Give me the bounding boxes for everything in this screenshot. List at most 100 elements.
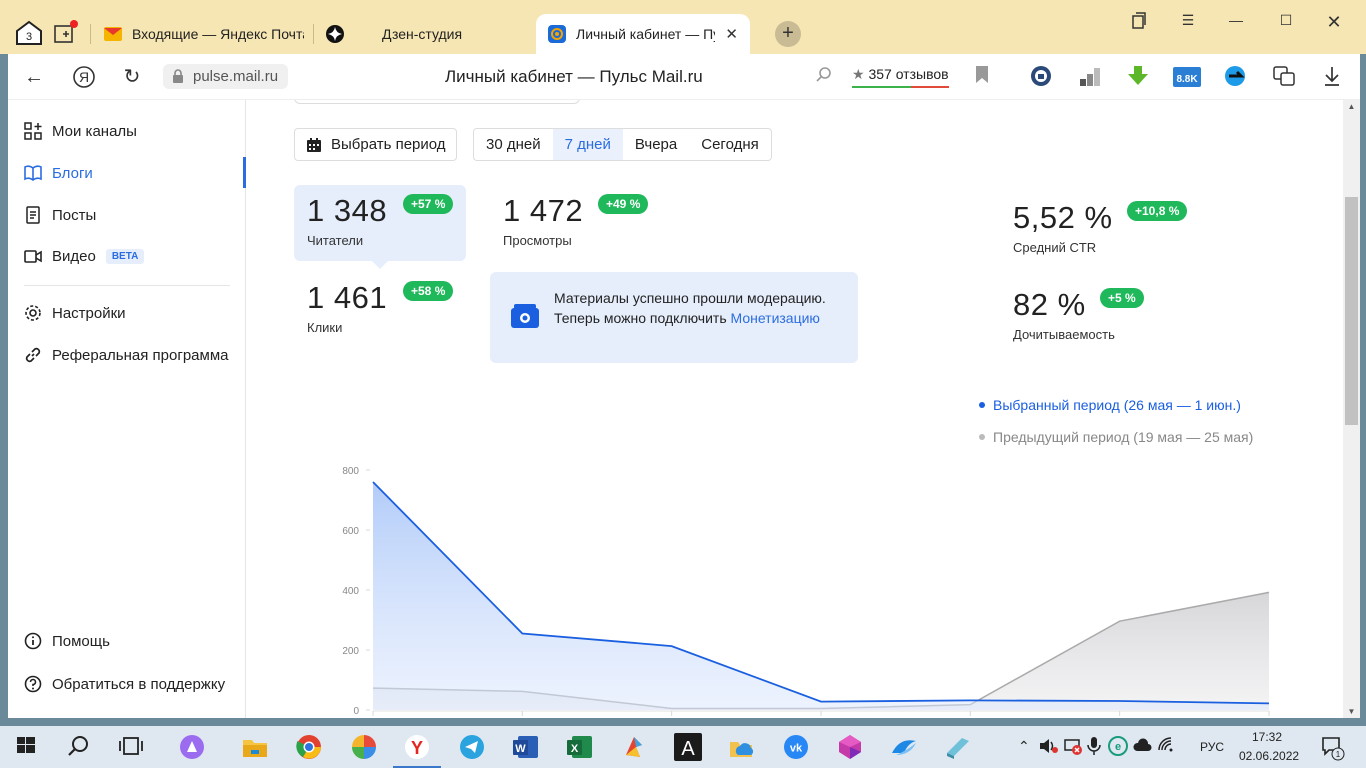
extension-shield-icon[interactable] <box>1030 65 1054 89</box>
translate-icon[interactable] <box>1273 65 1297 89</box>
calendar-icon <box>307 137 321 152</box>
period-today[interactable]: Сегодня <box>689 129 771 160</box>
monetization-link[interactable]: Монетизацию <box>731 310 820 326</box>
tabs-home-icon[interactable]: 3 <box>14 19 44 47</box>
telegram-icon[interactable] <box>458 733 486 761</box>
y-tick-label: 0 <box>353 706 359 717</box>
sidebar: Мои каналы Блоги Посты Видео BETA Настро… <box>8 100 246 718</box>
search-page-icon[interactable] <box>814 65 838 89</box>
reload-icon[interactable]: ↻ <box>120 65 144 89</box>
downloads-icon[interactable] <box>1322 65 1346 89</box>
period-segmented-control: 30 дней 7 дней Вчера Сегодня <box>473 128 772 161</box>
page-scrollbar[interactable]: ▲ ▼ <box>1343 100 1360 718</box>
new-tab-button[interactable]: + <box>775 21 801 47</box>
tab-yandex-mail[interactable]: Входящие — Яндекс Почта <box>104 14 304 54</box>
new-window-icon[interactable] <box>54 20 78 44</box>
legend-label: Предыдущий период (19 мая — 25 мая) <box>993 429 1254 445</box>
cloud-sync-icon[interactable] <box>1133 736 1153 756</box>
back-icon[interactable]: ← <box>22 65 46 89</box>
scroll-down-icon[interactable]: ▼ <box>1346 707 1357 716</box>
file-explorer-icon[interactable] <box>241 733 269 761</box>
windows-start-icon[interactable] <box>14 733 42 761</box>
metric-views[interactable]: 1 472 Просмотры <box>503 193 583 248</box>
task-view-icon[interactable] <box>118 733 146 761</box>
sidebar-item-my-channels[interactable]: Мои каналы <box>24 117 137 145</box>
legend-item-current[interactable]: Выбранный период (26 мая — 1 июн.) <box>979 397 1241 413</box>
legend-item-previous[interactable]: Предыдущий период (19 мая — 25 мая) <box>979 429 1253 445</box>
legend-dot <box>979 434 985 440</box>
sidebar-item-blogs[interactable]: Блоги <box>24 159 93 187</box>
tab-pulse-cabinet[interactable]: Личный кабинет — Пульс Mail.ru ✕ <box>536 14 750 54</box>
collections-icon[interactable] <box>1127 12 1151 32</box>
search-icon[interactable] <box>66 733 94 761</box>
sidebar-item-label: Обратиться в поддержку <box>52 675 226 693</box>
alice-assistant-icon[interactable] <box>178 733 206 761</box>
select-period-label: Выбрать период <box>331 136 446 153</box>
wifi-icon[interactable] <box>1157 736 1177 756</box>
close-window-icon[interactable]: ✕ <box>1322 12 1346 32</box>
signal-bars-icon[interactable] <box>1078 65 1102 89</box>
metric-ctr[interactable]: 5,52 % Средний CTR <box>1013 200 1113 255</box>
sidebar-item-support[interactable]: Обратиться в поддержку <box>24 670 225 698</box>
input-language[interactable]: РУС <box>1200 740 1224 754</box>
period-7-days[interactable]: 7 дней <box>552 129 623 160</box>
vk-icon[interactable]: vk <box>782 733 810 761</box>
sidebar-item-help[interactable]: Помощь <box>24 627 110 655</box>
svg-text:Я: Я <box>79 69 89 85</box>
period-yesterday[interactable]: Вчера <box>623 129 689 160</box>
chrome-icon[interactable] <box>295 733 323 761</box>
change-badge: +10,8 % <box>1127 201 1188 221</box>
yandex-browser-icon[interactable]: Y <box>393 733 441 768</box>
sidebar-item-referral[interactable]: Реферальная программа <box>24 341 228 369</box>
word-icon[interactable]: W <box>512 733 540 761</box>
metric-label: Просмотры <box>503 233 572 248</box>
wallet-icon <box>511 304 539 328</box>
menu-icon[interactable]: ☰ <box>1176 12 1200 32</box>
tray-expand-icon[interactable]: ⌃ <box>1018 738 1030 755</box>
clock-time[interactable]: 17:32 <box>1252 730 1282 744</box>
download-arrow-green-icon[interactable] <box>1126 65 1150 89</box>
period-30-days[interactable]: 30 дней <box>474 129 553 160</box>
url-field[interactable]: pulse.mail.ru <box>163 64 289 89</box>
gem-app-icon[interactable] <box>836 733 864 761</box>
notepad-app-icon[interactable] <box>944 733 972 761</box>
sidebar-item-video[interactable]: Видео BETA <box>24 242 145 270</box>
tab-dzen-studio[interactable]: Дзен-студия <box>326 14 526 54</box>
site-reviews[interactable]: ★ 357 отзывов <box>852 66 949 88</box>
parrot-app-icon[interactable] <box>620 733 648 761</box>
main-content: Выбрать период 30 дней 7 дней Вчера Сего… <box>247 100 1343 718</box>
sidebar-item-settings[interactable]: Настройки <box>24 299 126 327</box>
cloud-folder-icon[interactable] <box>728 733 756 761</box>
tab-close-icon[interactable]: ✕ <box>725 25 738 43</box>
metric-value: 5,52 % <box>1013 200 1113 235</box>
metric-clicks[interactable]: 1 461 Клики <box>307 280 387 335</box>
tab-title: Входящие — Яндекс Почта <box>132 26 304 42</box>
minimize-icon[interactable]: — <box>1224 12 1248 32</box>
metric-readers: 1 348 Читатели <box>307 193 387 248</box>
notification-center-icon[interactable]: 1 <box>1320 735 1346 761</box>
font-app-icon[interactable]: A <box>674 733 702 761</box>
extension-8k-icon[interactable]: 8.8K <box>1173 65 1201 89</box>
network-error-icon[interactable] <box>1063 736 1083 756</box>
excel-icon[interactable]: X <box>566 733 594 761</box>
sync-app-icon[interactable] <box>890 733 918 761</box>
sidebar-item-posts[interactable]: Посты <box>24 201 96 229</box>
extension-circle-icon[interactable] <box>1224 65 1248 89</box>
edge-e-icon[interactable]: e <box>1108 736 1128 756</box>
select-period-button[interactable]: Выбрать период <box>294 128 457 161</box>
yandex-logo-icon[interactable]: Я <box>72 65 96 89</box>
sidebar-item-label: Реферальная программа <box>52 346 229 364</box>
microphone-icon[interactable] <box>1087 736 1103 756</box>
legend-label: Выбранный период (26 мая — 1 июн.) <box>993 397 1241 413</box>
pinwheel-app-icon[interactable] <box>350 733 378 761</box>
sidebar-item-label: Помощь <box>52 632 110 650</box>
bookmark-icon[interactable] <box>974 65 998 89</box>
metric-value: 1 348 <box>307 193 388 228</box>
maximize-icon[interactable]: ☐ <box>1274 12 1298 32</box>
scroll-thumb[interactable] <box>1345 197 1358 425</box>
scroll-up-icon[interactable]: ▲ <box>1346 102 1357 111</box>
clock-date[interactable]: 02.06.2022 <box>1239 749 1299 763</box>
metric-label: Читатели <box>307 233 364 248</box>
volume-icon[interactable] <box>1038 736 1058 756</box>
browser-tab-strip: 3 Входящие — Яндекс Почта Дзен-студия Ли… <box>0 0 1366 54</box>
